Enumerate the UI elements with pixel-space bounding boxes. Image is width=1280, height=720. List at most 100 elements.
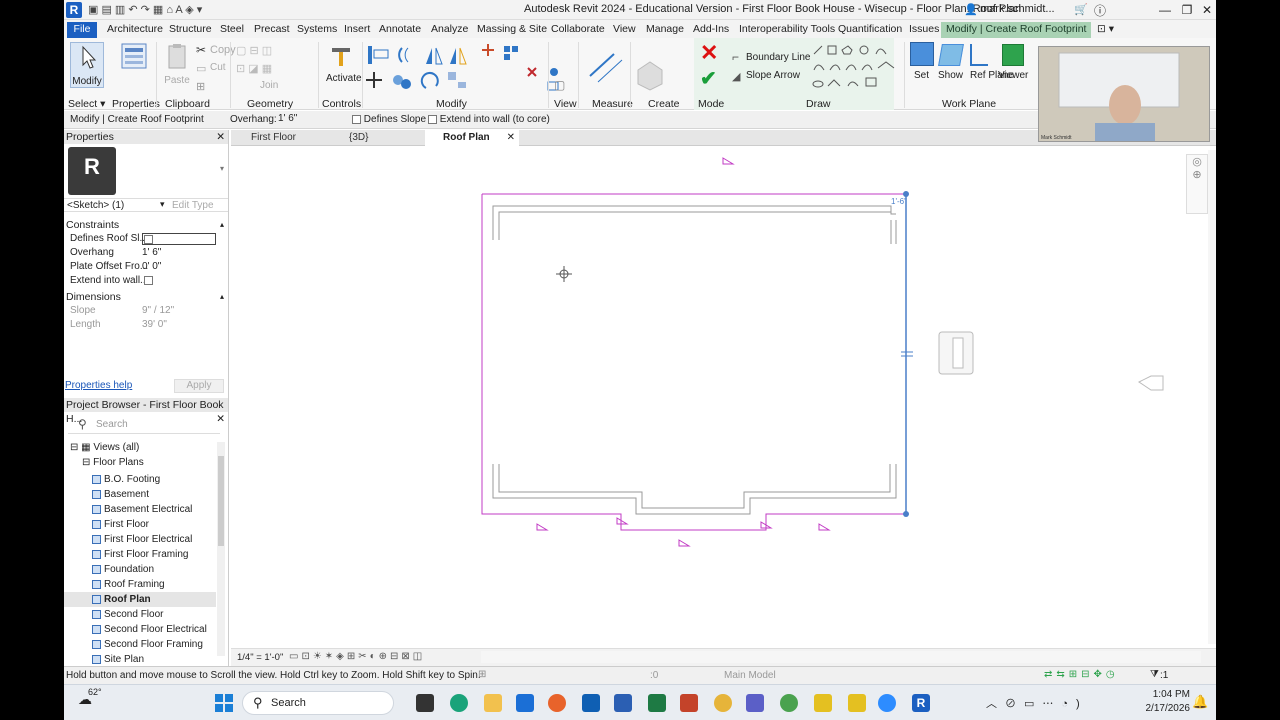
view-tab-3d[interactable]: {3D} bbox=[331, 130, 423, 146]
cancel-edit-mode-icon[interactable]: ✕ bbox=[700, 42, 718, 64]
taskbar-search[interactable]: ⚲ Search bbox=[242, 691, 394, 715]
browser-item[interactable]: Roof Plan bbox=[64, 592, 216, 607]
panel-select[interactable]: Select ▾ bbox=[68, 98, 105, 110]
roof-footprint-sketch[interactable]: 1'-6" bbox=[231, 146, 1216, 648]
tab-massing-site[interactable]: Massing & Site bbox=[472, 22, 552, 38]
start-icon[interactable] bbox=[215, 694, 233, 712]
browser-item[interactable]: Second Floor Framing bbox=[64, 637, 216, 652]
maximize-button[interactable]: ❐ bbox=[1176, 1, 1198, 19]
property-row[interactable]: Overhang 1' 6" bbox=[64, 246, 228, 260]
excel-icon[interactable] bbox=[648, 694, 666, 712]
join-label[interactable]: Join bbox=[260, 80, 278, 91]
user-icon[interactable]: 👤 bbox=[964, 3, 978, 16]
tab-insert[interactable]: Insert bbox=[339, 22, 375, 38]
dimensions-section[interactable]: Dimensions ▴ bbox=[64, 290, 228, 304]
create-icon[interactable] bbox=[632, 56, 672, 92]
workset-icon[interactable]: ⊞ bbox=[478, 669, 486, 680]
clock-time[interactable]: 1:04 PM bbox=[1134, 689, 1190, 700]
view-control-icons[interactable]: ▭⊡☀✶◈⊞✂◐⊕⊟⊠◫ bbox=[289, 651, 425, 662]
help-icon[interactable]: ⓘ bbox=[1094, 2, 1106, 19]
property-row[interactable]: Plate Offset Fro... 0' 0" bbox=[64, 260, 228, 274]
task-view-icon[interactable] bbox=[416, 694, 434, 712]
viewer-icon[interactable] bbox=[1002, 44, 1024, 66]
powerpoint-icon[interactable] bbox=[680, 694, 698, 712]
edge-icon[interactable] bbox=[450, 694, 468, 712]
type-selector[interactable]: <Sketch> (1) ▾ Edit Type bbox=[64, 198, 228, 212]
chevron-down-icon[interactable]: ▾ bbox=[220, 164, 224, 173]
cut-label[interactable]: Cut bbox=[210, 62, 226, 73]
browser-item[interactable]: First Floor bbox=[64, 517, 216, 532]
tab-systems[interactable]: Systems bbox=[292, 22, 342, 38]
slope-arrow-icon[interactable]: ◢ bbox=[732, 70, 740, 83]
extend-core-checkbox[interactable]: Extend into wall (to core) bbox=[428, 114, 550, 125]
geometry-tools-icon[interactable]: ▢ ⊟ ◫ bbox=[236, 44, 272, 57]
extend-into-wall-checkbox[interactable] bbox=[144, 276, 153, 285]
tab-manage[interactable]: Manage bbox=[641, 22, 689, 38]
system-tray-icons[interactable]: ︿⊘▭⋯◔) bbox=[986, 695, 1088, 711]
browser-item[interactable]: First Floor Electrical bbox=[64, 532, 216, 547]
tab-annotate[interactable]: Annotate bbox=[374, 22, 426, 38]
match-icon[interactable]: ⊞ bbox=[196, 80, 205, 93]
revit-logo-icon[interactable]: R bbox=[66, 2, 82, 18]
show-workplane-icon[interactable] bbox=[938, 44, 964, 66]
slope-arrow-button[interactable]: Slope Arrow bbox=[746, 70, 800, 81]
tab-steel[interactable]: Steel bbox=[215, 22, 249, 38]
property-row[interactable]: Extend into wall... bbox=[64, 274, 228, 288]
browser-item[interactable]: Foundation bbox=[64, 562, 216, 577]
drawing-canvas[interactable]: 1'-6" ◎ ⊕ bbox=[231, 146, 1216, 648]
user-account[interactable]: mark.schmidt... bbox=[980, 3, 1055, 15]
modify-button[interactable]: Modify bbox=[70, 42, 104, 88]
photos-icon[interactable] bbox=[714, 694, 732, 712]
chrome-icon[interactable] bbox=[780, 694, 798, 712]
vertical-scrollbar[interactable] bbox=[1208, 150, 1216, 644]
teams-icon[interactable] bbox=[746, 694, 764, 712]
tab-architecture[interactable]: Architecture bbox=[102, 22, 168, 38]
activate-button[interactable]: Activate bbox=[326, 42, 362, 86]
tab-collaborate[interactable]: Collaborate bbox=[546, 22, 610, 38]
apply-button[interactable]: Apply bbox=[174, 379, 224, 393]
tab-structure[interactable]: Structure bbox=[164, 22, 217, 38]
view-tab-roof-plan[interactable]: Roof Plan ✕ bbox=[425, 130, 519, 146]
steering-wheel-icon[interactable]: ◎ bbox=[1187, 155, 1207, 168]
finish-edit-mode-icon[interactable]: ✔ bbox=[700, 68, 717, 90]
horizontal-scrollbar[interactable] bbox=[481, 651, 1201, 663]
defines-roof-slope-cell[interactable] bbox=[142, 233, 216, 245]
cut-icon[interactable]: ✂ bbox=[196, 43, 206, 57]
clock-date[interactable]: 2/17/2026 bbox=[1130, 703, 1191, 714]
set-button[interactable]: Set bbox=[914, 70, 929, 81]
view-tab-first-floor[interactable]: First Floor bbox=[233, 130, 329, 146]
overhang-input[interactable]: 1' 6" bbox=[278, 113, 338, 126]
search-input[interactable]: Search bbox=[271, 697, 306, 709]
tab-view[interactable]: View bbox=[608, 22, 641, 38]
selection-toggle-icons[interactable]: ⇄⇆⊞⊟✥◷ bbox=[1044, 669, 1119, 680]
word-icon[interactable] bbox=[614, 694, 632, 712]
browser-item[interactable]: Basement Electrical bbox=[64, 502, 216, 517]
notification-bell-icon[interactable]: 🔔 bbox=[1192, 694, 1208, 710]
boundary-line-icon[interactable]: ⌐ bbox=[732, 50, 739, 64]
zoom-icon[interactable]: ⊕ bbox=[1187, 168, 1207, 181]
zoom-icon[interactable] bbox=[878, 694, 896, 712]
browser-search[interactable]: ⚲ Search bbox=[68, 416, 220, 434]
file-explorer-icon[interactable] bbox=[484, 694, 502, 712]
filter-count[interactable]: :1 bbox=[1160, 670, 1168, 681]
tab-modify-create-roof-footprint[interactable]: Modify | Create Roof Footprint bbox=[941, 22, 1092, 38]
geometry-cut-icon[interactable]: ⊡ ◪ ▦ bbox=[236, 62, 272, 75]
browser-item[interactable]: Roof Framing bbox=[64, 577, 216, 592]
tree-floor-plans[interactable]: ⊟ Floor Plans bbox=[82, 457, 144, 468]
property-row[interactable]: Defines Roof Sl... bbox=[64, 232, 228, 246]
temp-dimension-text[interactable]: 1'-6" bbox=[891, 197, 907, 206]
tab-precast[interactable]: Precast bbox=[249, 22, 295, 38]
browser-item[interactable]: Second Floor bbox=[64, 607, 216, 622]
set-workplane-icon[interactable] bbox=[910, 42, 934, 66]
browser-item[interactable]: Basement bbox=[64, 487, 216, 502]
browser-item[interactable]: First Floor Framing bbox=[64, 547, 216, 562]
properties-help-link[interactable]: Properties help bbox=[65, 380, 132, 391]
browser-item[interactable]: Second Floor Electrical bbox=[64, 622, 216, 637]
browser-item[interactable]: Site Plan bbox=[64, 652, 216, 667]
browser-item[interactable]: B.O. Footing bbox=[64, 472, 216, 487]
close-icon[interactable]: ✕ bbox=[216, 130, 225, 144]
search-input[interactable]: Search bbox=[96, 419, 128, 430]
cart-icon[interactable]: 🛒 bbox=[1074, 3, 1088, 16]
tab-analyze[interactable]: Analyze bbox=[426, 22, 473, 38]
tab-interoperability[interactable]: Interoperability Tools bbox=[734, 22, 840, 38]
